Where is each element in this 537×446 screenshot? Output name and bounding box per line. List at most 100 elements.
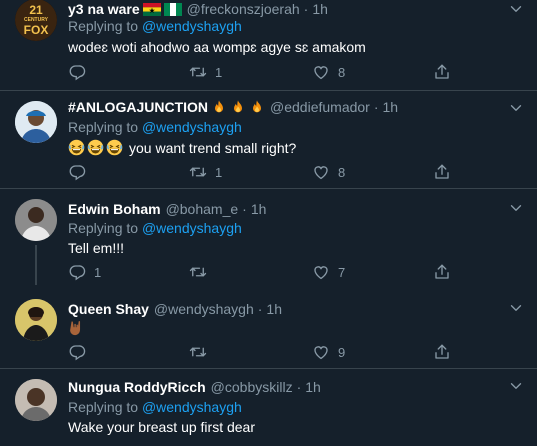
retweet-icon [189,343,207,361]
tweet[interactable]: 21 CENTURY FOX y3 na ware @freckonszjoer… [0,0,537,92]
reply-icon [68,63,86,81]
display-name[interactable]: Queen Shay [68,301,149,317]
tweet-text: wodeɛ woti ahodwo aa wompɛ agye sɛ amako… [68,39,366,55]
like-count: 8 [338,164,346,180]
replying-to: Replying to @wendyshaygh [68,220,242,236]
timestamp[interactable]: 1h [312,1,328,17]
tweet-actions: 1 8 [68,163,468,181]
display-name[interactable]: Nungua RoddyRicch [68,379,206,395]
mention-link[interactable]: @wendyshaygh [142,18,242,34]
handle[interactable]: @eddiefumador [270,99,370,115]
retweet-button[interactable] [189,343,215,361]
reply-button[interactable] [68,63,94,81]
tweet-text [68,319,85,337]
share-icon [433,163,451,181]
like-count: 7 [338,264,346,280]
retweet-button[interactable]: 1 [189,163,222,181]
reply-count: 1 [94,264,102,280]
handle[interactable]: @boham_e [166,201,239,217]
separator-dot: · [296,379,302,395]
timestamp[interactable]: 1h [266,301,282,317]
chevron-down-icon[interactable] [507,299,525,317]
separator-dot: · [303,1,309,17]
tweet-header: Queen Shay @wendyshaygh · 1h [68,301,282,317]
retweet-icon [189,263,207,281]
fire-emoji-icon [230,99,246,115]
fire-emoji-icon [211,99,227,115]
mention-link[interactable]: @wendyshaygh [142,220,242,236]
tweet-header: #ANLOGAJUNCTION @eddiefumador · 1h [68,99,398,115]
timestamp[interactable]: 1h [305,379,321,395]
tweet[interactable]: #ANLOGAJUNCTION @eddiefumador · 1h Reply… [0,91,537,189]
tweet-actions: 1 8 [68,63,468,81]
share-icon [433,63,451,81]
reply-button[interactable] [68,163,94,181]
mention-link[interactable]: @wendyshaygh [142,399,242,415]
tweet-header: Edwin Boham @boham_e · 1h [68,201,266,217]
replying-to: Replying to @wendyshaygh [68,119,242,135]
replying-prefix: Replying to [68,220,139,236]
like-button[interactable]: 7 [312,263,345,281]
retweet-button[interactable]: 1 [189,63,222,81]
display-name[interactable]: #ANLOGAJUNCTION [68,99,208,115]
replying-to: Replying to @wendyshaygh [68,399,242,415]
chevron-down-icon[interactable] [507,199,525,217]
tweet-actions: 1 7 [68,263,468,281]
like-count: 8 [338,64,346,80]
tweet[interactable]: Queen Shay @wendyshaygh · 1h 9 [0,285,537,368]
person-avatar-image [15,299,57,341]
share-button[interactable] [433,63,451,81]
tweet[interactable]: Edwin Boham @boham_e · 1h Replying to @w… [0,189,537,285]
like-button[interactable]: 9 [312,343,345,361]
share-button[interactable] [433,163,451,181]
replying-prefix: Replying to [68,119,139,135]
like-icon [312,63,330,81]
retweet-icon [189,63,207,81]
handle[interactable]: @wendyshaygh [154,301,254,317]
reply-button[interactable] [68,343,94,361]
reply-icon [68,163,86,181]
like-icon [312,263,330,281]
handle[interactable]: @freckonszjoerah [187,1,300,17]
share-icon [433,343,451,361]
thread-line [35,245,37,285]
tweet-text-body: you want trend small right? [129,139,297,156]
replying-to: Replying to @wendyshaygh [68,18,242,34]
avatar[interactable] [15,199,57,241]
tweet-header: Nungua RoddyRicch @cobbyskillz · 1h [68,379,321,395]
like-button[interactable]: 8 [312,163,345,181]
like-count: 9 [338,344,346,360]
retweet-icon [189,163,207,181]
reply-icon [68,343,86,361]
tweet-actions: 9 [68,343,468,361]
fox-logo-avatar: 21 CENTURY FOX [15,0,57,41]
person-avatar-image [15,379,57,421]
reply-icon [68,263,86,281]
display-name[interactable]: y3 na ware [68,1,140,17]
retweet-button[interactable] [189,263,215,281]
avatar[interactable] [15,101,57,143]
handle[interactable]: @cobbyskillz [211,379,293,395]
share-button[interactable] [433,263,451,281]
like-icon [312,163,330,181]
like-button[interactable]: 8 [312,63,345,81]
separator-dot: · [242,201,247,217]
person-avatar-image [15,199,57,241]
chevron-down-icon[interactable] [507,99,525,117]
share-button[interactable] [433,343,451,361]
display-name[interactable]: Edwin Boham [68,201,161,217]
tears-of-joy-emoji-icon [68,139,85,156]
chevron-down-icon[interactable] [507,377,525,395]
avatar[interactable] [15,299,57,341]
chevron-down-icon[interactable] [507,0,525,18]
timestamp[interactable]: 1h [251,201,267,217]
tears-of-joy-emoji-icon [87,139,104,156]
tweet-text: Tell em!!! [68,240,125,256]
tweet[interactable]: Nungua RoddyRicch @cobbyskillz · 1h Repl… [0,369,537,446]
avatar[interactable] [15,379,57,421]
mention-link[interactable]: @wendyshaygh [142,119,242,135]
reply-button[interactable]: 1 [68,263,101,281]
share-icon [433,263,451,281]
timestamp[interactable]: 1h [383,99,399,115]
avatar[interactable]: 21 CENTURY FOX [15,0,57,41]
